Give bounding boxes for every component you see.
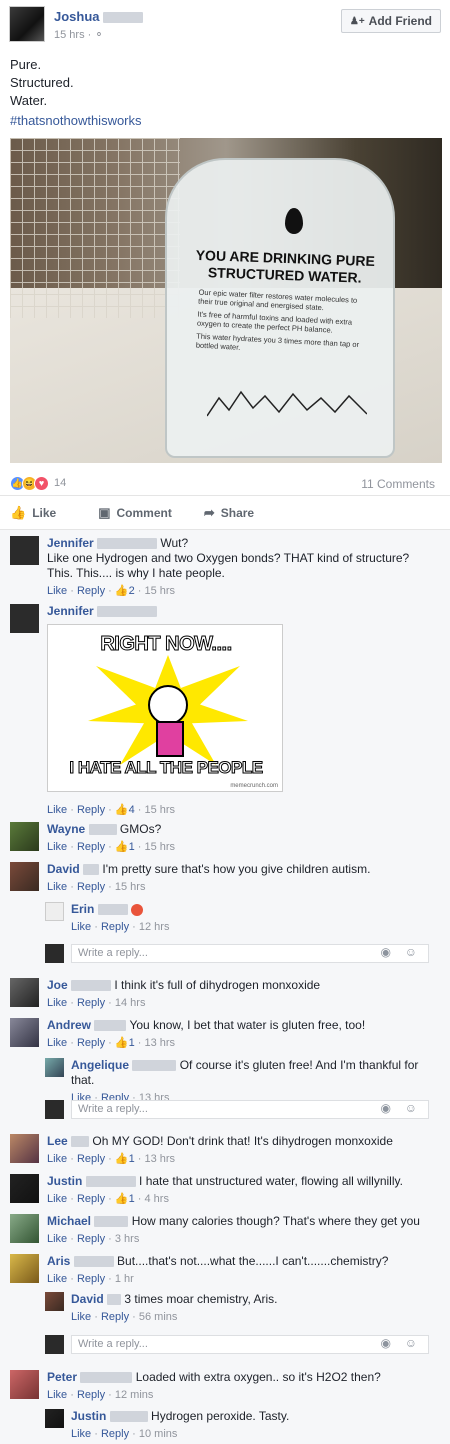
reply-box: Write a reply... ◉ ☺ [45,1100,429,1120]
emoji-icon[interactable]: ☺ [405,945,417,959]
like-link[interactable]: Like [47,1153,67,1165]
like-link[interactable]: Like [71,921,91,933]
love-reaction-icon: ♥ [34,475,49,491]
thumbs-up-icon: 👍 [114,1153,129,1165]
reply-link[interactable]: Reply [101,1311,129,1323]
angry-emoji-icon [131,903,144,916]
meme-image[interactable]: RIGHT NOW.... I HATE ALL THE PEOPLE meme… [47,624,283,792]
commenter-avatar[interactable] [10,1134,39,1163]
commenter-avatar[interactable] [10,862,39,891]
commenter-avatar[interactable] [45,1292,64,1311]
commenter-avatar[interactable] [45,1058,64,1077]
my-avatar [45,1335,64,1354]
commenter-avatar[interactable] [10,978,39,1007]
like-link[interactable]: Like [47,585,67,597]
my-avatar [45,1100,64,1119]
like-link[interactable]: Like [71,1428,91,1440]
like-link[interactable]: Like [47,1273,67,1285]
reply-link[interactable]: Reply [77,1193,105,1205]
reply-link[interactable]: Reply [77,1273,105,1285]
facebook-post: Joshua 15 hrs · ⚬ ♟+ Add Friend Pure. Str… [0,0,450,1444]
post-header: Joshua 15 hrs · ⚬ ♟+ Add Friend [9,6,441,46]
post-actions: 👍 Like ▣ Comment ➦ Share [0,495,450,529]
write-reply-input[interactable]: Write a reply... [71,944,429,963]
commenter-avatar[interactable] [10,536,39,565]
share-icon: ➦ [203,504,215,520]
thumbs-up-icon: 👍 [114,1037,129,1049]
add-friend-button[interactable]: ♟+ Add Friend [340,9,441,33]
mesh-background [10,138,180,318]
post-time[interactable]: 15 hrs · ⚬ [54,28,104,41]
like-link[interactable]: Like [47,841,67,853]
comment-icon: ▣ [98,504,111,520]
thumbs-up-icon: 👍 [10,504,27,520]
like-link[interactable]: Like [47,1233,67,1245]
commenter-avatar[interactable] [10,604,39,633]
write-reply-input[interactable]: Write a reply... [71,1100,429,1119]
my-avatar [45,944,64,963]
reply-link[interactable]: Reply [77,1389,105,1401]
like-link[interactable]: Like [47,1389,67,1401]
reply-link[interactable]: Reply [77,997,105,1009]
add-friend-icon: ♟+ [349,15,365,27]
like-link[interactable]: Like [47,804,67,816]
write-reply-input[interactable]: Write a reply... [71,1335,429,1354]
thumbs-up-icon: 👍 [114,585,129,597]
reply-link[interactable]: Reply [77,585,105,597]
camera-icon[interactable]: ◉ [381,1336,391,1350]
commenter-avatar[interactable] [10,1214,39,1243]
commenter-avatar[interactable] [10,1174,39,1203]
like-button[interactable]: 👍 Like [10,505,56,521]
like-link[interactable]: Like [47,881,67,893]
mountains-graphic [207,390,367,417]
thumbs-up-icon: 👍 [114,804,129,816]
commenter-avatar[interactable] [45,902,64,921]
thumbs-up-icon: 👍 [114,1193,129,1205]
author-name[interactable]: Joshua [54,9,144,24]
hashtag-link[interactable]: #thatsnothowthisworks [10,113,142,128]
emoji-icon[interactable]: ☺ [405,1336,417,1350]
commenter-avatar[interactable] [10,1018,39,1047]
reply-link[interactable]: Reply [77,1233,105,1245]
reply-link[interactable]: Reply [77,1037,105,1049]
camera-icon[interactable]: ◉ [381,1101,391,1115]
reply-box: Write a reply... ◉ ☺ [45,1335,429,1355]
commenter-avatar[interactable] [10,1254,39,1283]
like-link[interactable]: Like [71,1311,91,1323]
reply-link[interactable]: Reply [77,1153,105,1165]
bottle-text: Our epic water filter restores water mol… [195,287,360,352]
bottle-title: YOU ARE DRINKING PURE STRUCTURED WATER. [195,246,376,286]
commenter-avatar[interactable] [10,822,39,851]
post-photo[interactable]: YOU ARE DRINKING PURE STRUCTURED WATER. … [10,138,442,463]
reply-box: Write a reply... ◉ ☺ [45,944,429,964]
post-text: Pure. Structured. Water. [10,57,74,108]
thumbs-up-icon: 👍 [114,841,129,853]
commenter-avatar[interactable] [10,1370,39,1399]
like-link[interactable]: Like [47,1037,67,1049]
reaction-summary[interactable]: 👍 😆 ♥ 14 [10,475,66,491]
emoji-icon[interactable]: ☺ [405,1101,417,1115]
share-button[interactable]: ➦ Share [204,505,254,521]
like-link[interactable]: Like [47,997,67,1009]
comment-count[interactable]: 11 Comments [361,477,435,491]
comment-button[interactable]: ▣ Comment [98,505,172,521]
comments-section: Jennifer Wut? Like one Hydrogen and two … [0,529,450,1444]
water-bottle: YOU ARE DRINKING PURE STRUCTURED WATER. … [165,158,395,458]
reply-link[interactable]: Reply [77,841,105,853]
reply-link[interactable]: Reply [101,921,129,933]
meme-figure-body [156,721,184,757]
water-drop-icon [285,208,303,234]
like-link[interactable]: Like [47,1193,67,1205]
camera-icon[interactable]: ◉ [381,945,391,959]
globe-icon: ⚬ [94,29,104,41]
author-avatar[interactable] [9,6,45,42]
reply-link[interactable]: Reply [101,1428,129,1440]
commenter-avatar[interactable] [45,1409,64,1428]
meme-figure-head [148,685,188,725]
reply-link[interactable]: Reply [77,881,105,893]
reply-link[interactable]: Reply [77,804,105,816]
